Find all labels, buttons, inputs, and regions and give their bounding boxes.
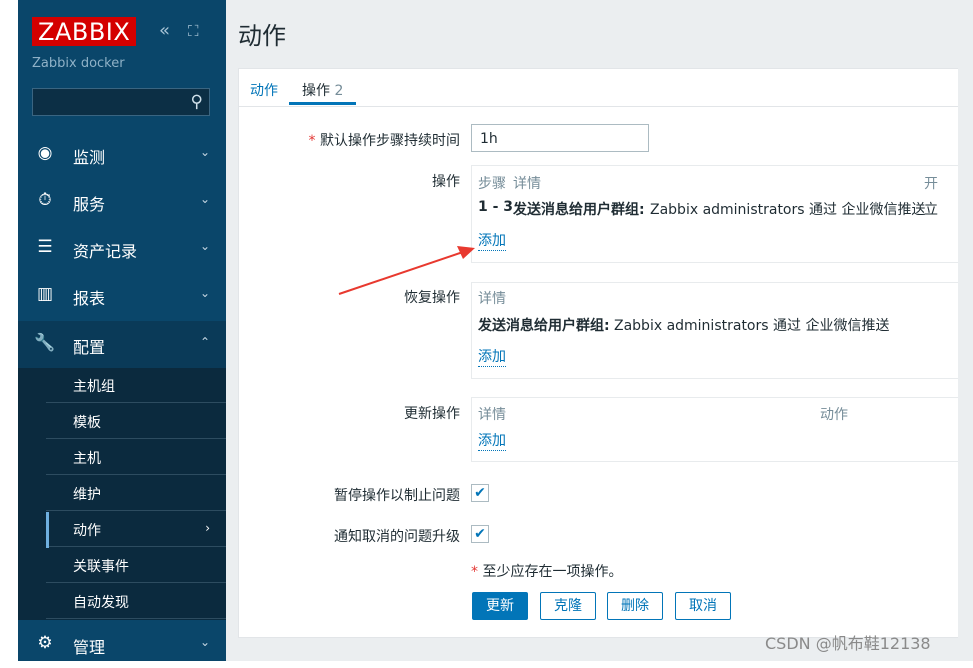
watermark: CSDN @帆布鞋12138: [765, 634, 931, 653]
chevron-down-icon: ⌄: [199, 635, 210, 649]
checkmark-icon: ✔: [474, 485, 486, 501]
annotation-arrow-icon: [338, 246, 475, 295]
wrench-icon: 🔧: [34, 333, 56, 353]
submenu-discovery[interactable]: 自动发现: [46, 584, 226, 619]
sidebar: ZABBIX « ⛶ Zabbix docker ⚲ ◉ 监测 ⌄ ⏱ 服务 ⌄…: [18, 0, 226, 661]
submenu-label: 主机组: [73, 379, 115, 395]
submenu-templates[interactable]: 模板: [46, 404, 226, 439]
notify-cancelled-label: 通知取消的问题升级: [334, 529, 460, 545]
menu-label: 报表: [73, 289, 106, 308]
add-update-operation-link[interactable]: 添加: [478, 430, 506, 451]
update-operations-label: 更新操作: [404, 406, 460, 422]
required-note-text: 至少应存在一项操作。: [482, 564, 623, 580]
chevron-down-icon: ⌄: [199, 145, 210, 159]
submenu-label: 动作: [73, 523, 101, 539]
recovery-row-detail: Zabbix administrators 通过 企业微信推送: [614, 318, 890, 334]
op-row-step: 1 - 3: [478, 199, 514, 215]
chevron-right-icon: ›: [205, 521, 210, 535]
menu-label: 服务: [73, 195, 106, 214]
active-tab-indicator: [289, 102, 356, 105]
recovery-row-type: 发送消息给用户群组:: [478, 318, 610, 334]
brand: ZABBIX: [32, 17, 137, 46]
active-indicator: [46, 512, 49, 548]
ops-header-details: 详情: [513, 176, 541, 192]
ops-header-steps: 步骤: [478, 176, 506, 192]
chevron-up-icon: ⌃: [199, 335, 210, 349]
eye-icon: ◉: [37, 143, 53, 163]
submenu-event-correlation[interactable]: 关联事件: [46, 548, 226, 583]
menu-label: 管理: [73, 638, 106, 657]
submenu-maintenance[interactable]: 维护: [46, 476, 226, 511]
chart-icon: ▥: [36, 284, 54, 304]
op-row-type: 发送消息给用户群组:: [513, 202, 645, 218]
zabbix-logo[interactable]: ZABBIX: [32, 17, 137, 46]
page-title: 动作: [238, 22, 286, 50]
chevron-down-icon: ⌄: [199, 239, 210, 253]
checkmark-icon: ✔: [474, 526, 486, 542]
submenu-label: 自动发现: [73, 595, 129, 611]
submenu-label: 维护: [73, 487, 101, 503]
menu-reports[interactable]: ▥ 报表 ⌄: [18, 272, 226, 319]
kiosk-mode-icon[interactable]: ⛶: [188, 22, 199, 40]
menu-monitoring[interactable]: ◉ 监测 ⌄: [18, 131, 226, 178]
menu-label: 监测: [73, 148, 106, 167]
submenu-host-groups[interactable]: 主机组: [46, 368, 226, 403]
submenu-label: 主机: [73, 451, 101, 467]
operations-label: 操作: [432, 174, 460, 190]
required-star: *: [308, 133, 316, 149]
op-row-detail: Zabbix administrators 通过 企业微信推送: [650, 202, 926, 218]
clone-button[interactable]: 克隆: [540, 592, 596, 620]
required-star: *: [471, 564, 478, 580]
update-header-action: 动作: [820, 407, 848, 423]
pause-operations-checkbox[interactable]: ✔: [471, 484, 489, 502]
update-button[interactable]: 更新: [472, 592, 528, 620]
cancel-button[interactable]: 取消: [675, 592, 731, 620]
menu-services[interactable]: ⏱ 服务 ⌄: [18, 178, 226, 225]
submenu-hosts[interactable]: 主机: [46, 440, 226, 475]
required-note: * 至少应存在一项操作。: [471, 561, 622, 581]
step-duration-text: 默认操作步骤持续时间: [320, 133, 460, 149]
menu-inventory[interactable]: ☰ 资产记录 ⌄: [18, 225, 226, 272]
clock-icon: ⏱: [38, 190, 52, 210]
update-operations-table: [471, 397, 958, 462]
chevron-down-icon: ⌄: [199, 286, 210, 300]
menu-configuration[interactable]: 🔧 配置 ⌃: [18, 321, 226, 368]
notify-cancelled-checkbox[interactable]: ✔: [471, 525, 489, 543]
update-header-details: 详情: [478, 407, 506, 423]
menu-label: 资产记录: [73, 242, 138, 261]
tab-operations-label: 操作: [302, 83, 330, 99]
menu-label: 配置: [73, 338, 106, 357]
recovery-header-details: 详情: [478, 291, 506, 307]
tab-action[interactable]: 动作: [250, 80, 278, 100]
step-duration-label: * 默认操作步骤持续时间: [240, 130, 460, 150]
chevron-down-icon: ⌄: [199, 192, 210, 206]
tab-operations[interactable]: 操作 2: [302, 80, 343, 100]
submenu-actions[interactable]: 动作 ›: [46, 512, 226, 547]
tab-count-badge: 2: [334, 83, 344, 99]
submenu-label: 模板: [73, 415, 101, 431]
add-recovery-operation-link[interactable]: 添加: [478, 346, 506, 367]
server-name: Zabbix docker: [32, 56, 125, 71]
add-operation-link[interactable]: 添加: [478, 230, 506, 251]
op-row-start: 立: [924, 202, 938, 218]
ops-header-start: 开: [924, 176, 938, 192]
collapse-sidebar-icon[interactable]: «: [159, 20, 170, 41]
pause-operations-label: 暂停操作以制止问题: [334, 488, 460, 504]
search-input[interactable]: ⚲: [32, 88, 210, 116]
submenu-label: 关联事件: [73, 559, 129, 575]
list-icon: ☰: [37, 237, 53, 257]
search-icon[interactable]: ⚲: [191, 92, 203, 112]
gear-icon: ⚙: [37, 633, 53, 653]
delete-button[interactable]: 删除: [607, 592, 663, 620]
step-duration-input[interactable]: 1h: [471, 124, 649, 152]
